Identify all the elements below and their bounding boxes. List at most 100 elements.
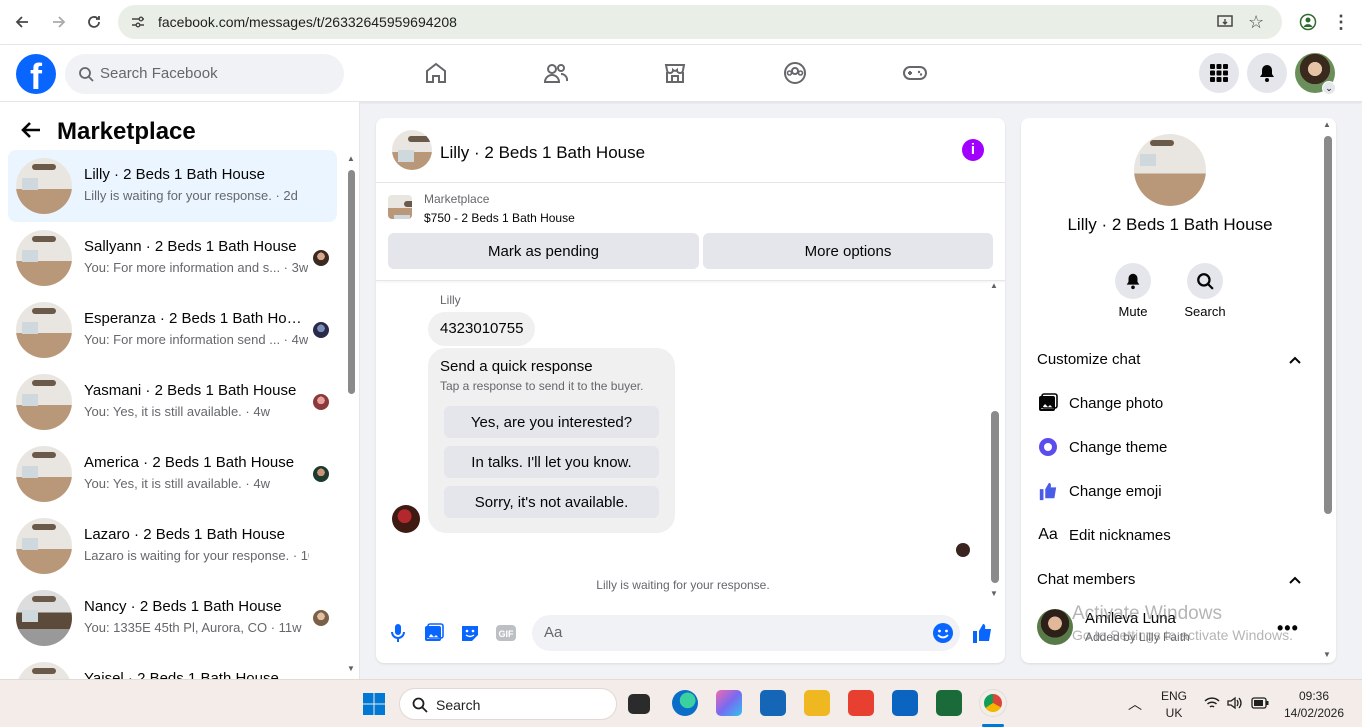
conversation-snippet: You: For more information send ... · 4w	[84, 332, 309, 347]
taskbar-search[interactable]: Search	[399, 688, 617, 720]
language-code: ENG	[1160, 689, 1187, 703]
listing-summary: Marketplace $750 - 2 Beds 1 Bath House M…	[376, 183, 1005, 281]
search-chat-button[interactable]	[1187, 263, 1223, 299]
quick-response-option[interactable]: Sorry, it's not available.	[444, 486, 659, 518]
photo-app-icon[interactable]	[848, 690, 874, 716]
scroll-down-icon[interactable]: ▼	[347, 664, 355, 673]
address-bar[interactable]: facebook.com/messages/t/2633264595969420…	[118, 5, 1282, 39]
microphone-icon[interactable]	[387, 622, 409, 644]
task-view-icon[interactable]	[628, 694, 650, 714]
grid-icon	[1210, 64, 1228, 82]
message-input[interactable]: Aa	[532, 615, 960, 651]
inbox-scrollbar[interactable]: ▲ ▼	[347, 154, 355, 674]
message-placeholder: Aa	[544, 624, 563, 641]
scroll-up-icon[interactable]: ▲	[1323, 120, 1331, 129]
more-options-button[interactable]: More options	[703, 233, 993, 269]
chat-avatar[interactable]	[392, 130, 432, 170]
bookmark-star-icon[interactable]: ☆	[1248, 12, 1264, 33]
chevron-up-icon[interactable]	[1287, 572, 1303, 588]
mute-label: Mute	[1118, 304, 1148, 319]
chat-title[interactable]: Lilly · 2 Beds 1 Bath House	[440, 143, 645, 163]
conversation-name: Sallyann · 2 Beds 1 Bath House	[84, 238, 297, 255]
info-icon[interactable]: i	[962, 139, 984, 161]
read-receipt-avatar	[313, 466, 329, 482]
scroll-down-icon[interactable]: ▼	[990, 589, 998, 598]
conversation-item[interactable]: America · 2 Beds 1 Bath House You: Yes, …	[8, 438, 337, 510]
home-icon[interactable]	[421, 58, 451, 88]
volume-icon[interactable]	[1227, 696, 1243, 713]
gif-icon[interactable]: GIF	[495, 622, 517, 644]
mark-as-pending-button[interactable]: Mark as pending	[388, 233, 699, 269]
install-app-icon[interactable]	[1216, 13, 1234, 34]
solitaire-icon[interactable]	[936, 690, 962, 716]
conversation-item[interactable]: Yasmani · 2 Beds 1 Bath House You: Yes, …	[8, 366, 337, 438]
quick-response-option[interactable]: In talks. I'll let you know.	[444, 446, 659, 478]
sticker-icon[interactable]	[459, 622, 481, 644]
battery-icon[interactable]	[1251, 697, 1269, 712]
site-info-icon[interactable]	[130, 14, 146, 33]
mute-button[interactable]	[1115, 263, 1151, 299]
conversation-item[interactable]: Lazaro · 2 Beds 1 Bath House Lazaro is w…	[8, 510, 337, 582]
conversation-item[interactable]: Lilly · 2 Beds 1 Bath House Lilly is wai…	[8, 150, 337, 222]
browser-menu-icon[interactable]: ⋮	[1330, 11, 1352, 33]
info-scrollbar[interactable]: ▲ ▼	[1323, 118, 1333, 663]
customize-chat-header[interactable]: Customize chat	[1037, 351, 1140, 368]
chat-members-header[interactable]: Chat members	[1037, 571, 1135, 588]
gaming-icon[interactable]	[900, 58, 930, 88]
scrollbar-thumb[interactable]	[348, 170, 355, 394]
emoji-icon[interactable]	[932, 622, 954, 647]
profile-icon[interactable]	[1297, 11, 1319, 33]
clock[interactable]: 09:36 14/02/2026	[1280, 689, 1348, 720]
scroll-up-icon[interactable]: ▲	[990, 281, 998, 290]
read-receipt-avatar	[313, 250, 329, 266]
conversation-item[interactable]: Yaisel · 2 Beds 1 Bath House	[8, 654, 337, 679]
forward-arrow-icon[interactable]	[48, 11, 70, 33]
scrollbar-thumb[interactable]	[991, 411, 999, 583]
conversation-item[interactable]: Esperanza · 2 Beds 1 Bath Hou... You: Fo…	[8, 294, 337, 366]
chrome-icon[interactable]	[980, 690, 1006, 716]
chat-scrollbar[interactable]: ▲ ▼	[990, 281, 1000, 603]
outlook-icon[interactable]	[892, 690, 918, 716]
member-avatar[interactable]	[1037, 609, 1073, 645]
wifi-icon[interactable]	[1204, 696, 1220, 713]
sender-avatar[interactable]	[392, 505, 420, 533]
change-photo-item[interactable]: Change photo	[1037, 392, 1307, 416]
file-explorer-icon[interactable]	[804, 690, 830, 716]
facebook-logo[interactable]: f	[16, 54, 56, 94]
scrollbar-thumb[interactable]	[1324, 136, 1332, 514]
search-facebook-input[interactable]: Search Facebook	[65, 54, 344, 94]
chevron-up-icon[interactable]	[1287, 352, 1303, 368]
conversation-item[interactable]: Sallyann · 2 Beds 1 Bath House You: For …	[8, 222, 337, 294]
store-icon[interactable]	[760, 690, 786, 716]
message-bubble[interactable]: 4323010755	[428, 312, 536, 346]
search-icon	[412, 697, 428, 716]
change-emoji-item[interactable]: Change emoji	[1037, 480, 1307, 504]
chevron-up-icon[interactable]: ︿	[1128, 694, 1142, 714]
like-thumb-icon[interactable]	[971, 622, 993, 644]
change-theme-item[interactable]: Change theme	[1037, 436, 1307, 460]
language-indicator[interactable]: ENG UK	[1158, 689, 1190, 720]
conversation-snippet: You: For more information and s... · 3w	[84, 260, 309, 275]
edge-icon[interactable]	[672, 690, 698, 716]
chevron-down-icon[interactable]: ⌄	[1322, 81, 1336, 95]
marketplace-icon[interactable]	[660, 58, 690, 88]
copilot-icon[interactable]	[716, 690, 742, 716]
notifications-button[interactable]	[1247, 53, 1287, 93]
scroll-down-icon[interactable]: ▼	[1323, 650, 1331, 659]
groups-icon[interactable]	[780, 58, 810, 88]
quick-response-option[interactable]: Yes, are you interested?	[444, 406, 659, 438]
photo-icon[interactable]	[423, 622, 445, 644]
reload-icon[interactable]	[83, 11, 105, 33]
windows-start-icon[interactable]	[362, 692, 386, 719]
conversation-item[interactable]: Nancy · 2 Beds 1 Bath House You: 1335E 4…	[8, 582, 337, 654]
back-arrow-icon[interactable]	[11, 11, 33, 33]
listing-price-title[interactable]: $750 - 2 Beds 1 Bath House	[424, 211, 575, 225]
scroll-up-icon[interactable]: ▲	[347, 154, 355, 163]
windows-taskbar: Search ︿ ENG UK 09:36 14/02/2026	[0, 679, 1362, 727]
friends-icon[interactable]	[541, 58, 571, 88]
back-arrow-icon[interactable]	[20, 120, 42, 143]
edit-nicknames-item[interactable]: Aa Edit nicknames	[1037, 524, 1307, 548]
listing-thumbnail	[16, 662, 72, 679]
menu-grid-button[interactable]	[1199, 53, 1239, 93]
listing-thumbnail[interactable]	[388, 195, 412, 219]
